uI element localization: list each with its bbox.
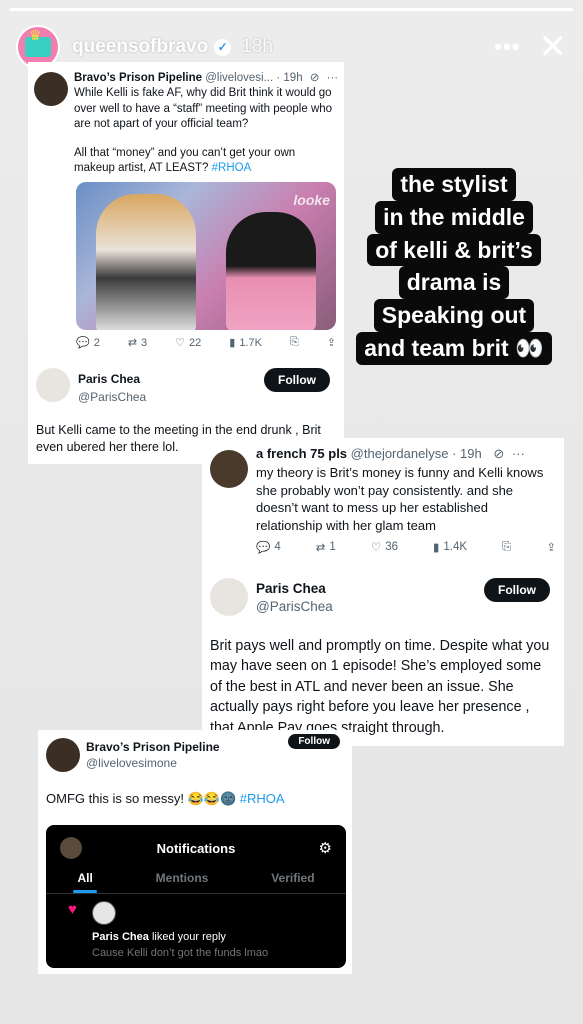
reply-text: Brit pays well and promptly on time. Des… [210, 638, 550, 736]
avatar [46, 738, 80, 772]
hashtag-link[interactable]: #RHOA [240, 791, 285, 806]
tweet-text: While Kelli is fake AF, why did Brit thi… [74, 87, 333, 131]
tweet-text: OMFG this is so messy! 😂😂🌚 [46, 791, 237, 806]
story-progress-fill [10, 8, 573, 11]
views-count: 1.7K [239, 336, 262, 349]
more-icon[interactable]: ··· [512, 446, 525, 461]
reply-author-name[interactable]: Paris Chea [256, 581, 333, 596]
tweet-author-handle[interactable]: @livelovesimone [86, 756, 220, 770]
notif-liker-name[interactable]: Paris Chea [92, 931, 149, 943]
divider [46, 893, 346, 894]
tweet-card-2: a french 75 pls @thejordanelyse · 19h ⊘ … [202, 438, 564, 746]
tab-verified[interactable]: Verified [271, 871, 314, 885]
tweet-card-3: Bravo’s Prison Pipeline @livelovesimone … [38, 730, 352, 974]
sticker-line: the stylist [392, 168, 516, 201]
avatar [210, 578, 248, 616]
sticker-line: and team brit 👀 [356, 331, 552, 365]
follow-button[interactable]: Follow [288, 734, 340, 749]
tweet-text: my theory is Brit’s money is funny and K… [256, 465, 544, 533]
tweet-author-name[interactable]: Bravo’s Prison Pipeline [74, 72, 202, 84]
tab-mentions[interactable]: Mentions [156, 871, 209, 885]
gear-icon[interactable]: ⚙ [319, 839, 332, 857]
sticker-line: in the middle [375, 200, 533, 234]
image-logo-text: looke [293, 192, 330, 208]
like-button[interactable]: ♡ 36 [371, 540, 398, 554]
notif-action: liked your reply [151, 931, 226, 943]
avatar [92, 901, 116, 925]
heart-icon: ♥ [68, 901, 77, 918]
heart-icon: ♡ [175, 337, 186, 349]
views-button[interactable]: ▮ 1.4K [433, 540, 467, 554]
like-count: 22 [189, 336, 202, 349]
like-count: 36 [385, 541, 398, 553]
tweet-author-handle[interactable]: @thejordanelyse [351, 446, 449, 461]
tweet-image[interactable]: looke [76, 182, 336, 330]
follow-button[interactable]: Follow [484, 578, 550, 602]
views-icon: ▮ [229, 337, 236, 349]
notifications-title: Notifications [156, 841, 236, 856]
reply-author-handle[interactable]: @ParisChea [78, 390, 146, 404]
notifications-screenshot: Notifications ⚙ All Mentions Verified ♥ … [46, 825, 346, 968]
story-progress-bar [10, 8, 573, 11]
views-icon: ▮ [433, 542, 440, 554]
retweet-icon: ⇄ [315, 542, 326, 554]
views-button[interactable]: ▮ 1.7K [229, 336, 262, 350]
tweet-time: · 19h [276, 72, 303, 84]
reply-author-handle[interactable]: @ParisChea [256, 599, 333, 614]
more-icon[interactable]: ··· [327, 72, 338, 84]
reply-author-name[interactable]: Paris Chea [78, 372, 146, 386]
retweet-icon: ⇄ [127, 337, 138, 349]
sticker-line: of kelli & brit’s [367, 233, 541, 267]
avatar [210, 450, 248, 488]
reply-count: 4 [274, 541, 281, 553]
crown-icon: ♛ [29, 27, 42, 43]
avatar [34, 72, 68, 106]
retweet-count: 1 [329, 541, 336, 553]
story-time: 18h [241, 36, 273, 57]
retweet-button[interactable]: ⇄ 3 [127, 336, 148, 350]
retweet-button[interactable]: ⇄ 1 [316, 540, 336, 554]
verified-check-icon: ✓ [214, 38, 232, 56]
like-button[interactable]: ♡ 22 [175, 336, 202, 350]
follow-button[interactable]: Follow [264, 368, 330, 392]
more-icon[interactable]: ••• [494, 34, 520, 60]
sticker-line: Speaking out [373, 299, 535, 332]
tweet-text: All that “money” and you can’t get your … [74, 146, 296, 175]
reply-icon: 💬 [256, 542, 271, 554]
bookmark-icon[interactable]: ⎘ [290, 336, 299, 349]
bookmark-icon[interactable]: ⎘ [502, 541, 511, 554]
avatar [36, 368, 70, 402]
tweet-author-name[interactable]: a french 75 pls [256, 446, 347, 461]
notif-reply-preview: Cause Kelli don’t got the funds lmao [92, 947, 269, 959]
share-icon[interactable]: ⇪ [546, 540, 556, 554]
share-icon[interactable]: ⇪ [327, 336, 336, 349]
heart-icon: ♡ [370, 542, 382, 554]
views-count: 1.4K [443, 541, 468, 553]
reply-icon: 💬 [76, 337, 90, 349]
grok-icon[interactable]: ⊘ [310, 72, 320, 84]
reply-button[interactable]: 💬 4 [256, 540, 281, 554]
reply-count: 2 [93, 336, 100, 349]
reply-button[interactable]: 💬 2 [76, 336, 100, 350]
story-text-sticker: the stylist in the middle of kelli & bri… [344, 168, 564, 365]
retweet-count: 3 [141, 336, 148, 349]
tweet-author-handle[interactable]: @livelovesi... [205, 72, 273, 84]
close-icon[interactable]: ✕ [539, 30, 568, 64]
tweet-time: · 19h [452, 446, 482, 461]
sticker-line: drama is [398, 266, 510, 299]
hashtag-link[interactable]: #RHOA [212, 162, 252, 174]
tab-all[interactable]: All [73, 871, 98, 893]
grok-icon[interactable]: ⊘ [493, 446, 504, 461]
story-username[interactable]: queensofbravo [72, 36, 208, 58]
tweet-author-name[interactable]: Bravo’s Prison Pipeline [86, 740, 220, 754]
